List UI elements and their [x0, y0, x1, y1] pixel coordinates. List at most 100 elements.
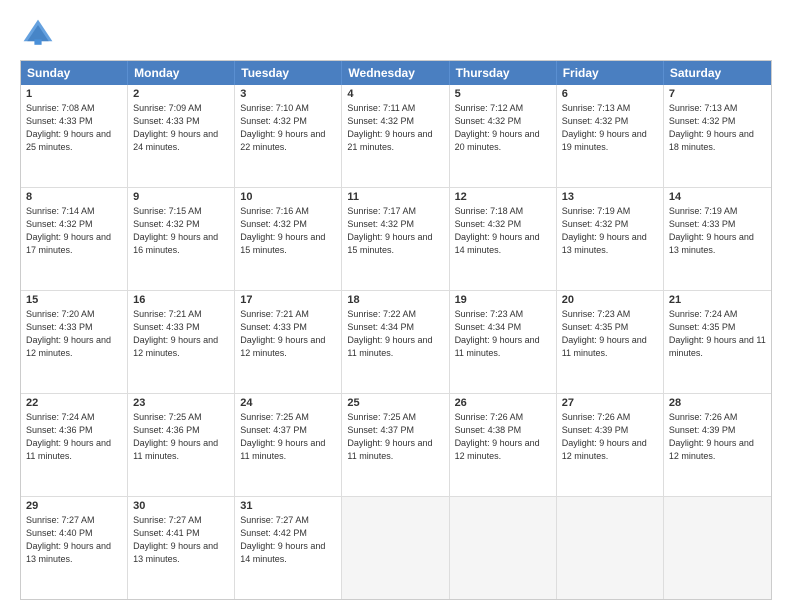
day-number: 3	[240, 88, 336, 100]
calendar-cell: 6 Sunrise: 7:13 AM Sunset: 4:32 PM Daylig…	[557, 85, 664, 187]
day-number: 13	[562, 191, 658, 203]
calendar-row: 15 Sunrise: 7:20 AM Sunset: 4:33 PM Dayli…	[21, 290, 771, 393]
header-friday: Friday	[557, 61, 664, 85]
day-number: 26	[455, 397, 551, 409]
day-info: Sunrise: 7:24 AM Sunset: 4:36 PM Dayligh…	[26, 411, 122, 463]
day-number: 19	[455, 294, 551, 306]
day-info: Sunrise: 7:13 AM Sunset: 4:32 PM Dayligh…	[669, 102, 766, 154]
header-wednesday: Wednesday	[342, 61, 449, 85]
calendar-cell: 25Sunrise: 7:25 AM Sunset: 4:37 PM Dayli…	[342, 394, 449, 496]
day-info: Sunrise: 7:22 AM Sunset: 4:34 PM Dayligh…	[347, 308, 443, 360]
header	[20, 16, 772, 52]
day-info: Sunrise: 7:21 AM Sunset: 4:33 PM Dayligh…	[133, 308, 229, 360]
calendar-cell: 15 Sunrise: 7:20 AM Sunset: 4:33 PM Dayli…	[21, 291, 128, 393]
day-number: 16	[133, 294, 229, 306]
day-info: Sunrise: 7:18 AM Sunset: 4:32 PM Dayligh…	[455, 205, 551, 257]
day-number: 9	[133, 191, 229, 203]
day-number: 31	[240, 500, 336, 512]
day-info: Sunrise: 7:27 AM Sunset: 4:42 PM Dayligh…	[240, 514, 336, 566]
day-info: Sunrise: 7:09 AM Sunset: 4:33 PM Dayligh…	[133, 102, 229, 154]
calendar-cell: 12 Sunrise: 7:18 AM Sunset: 4:32 PM Dayli…	[450, 188, 557, 290]
calendar-cell: 5 Sunrise: 7:12 AM Sunset: 4:32 PM Daylig…	[450, 85, 557, 187]
calendar-cell	[342, 497, 449, 599]
day-number: 8	[26, 191, 122, 203]
calendar-cell	[450, 497, 557, 599]
calendar-row: 1 Sunrise: 7:08 AM Sunset: 4:33 PM Daylig…	[21, 85, 771, 187]
header-thursday: Thursday	[450, 61, 557, 85]
calendar-cell: 30Sunrise: 7:27 AM Sunset: 4:41 PM Dayli…	[128, 497, 235, 599]
calendar-cell: 26 Sunrise: 7:26 AM Sunset: 4:38 PM Dayli…	[450, 394, 557, 496]
calendar-cell: 28 Sunrise: 7:26 AM Sunset: 4:39 PM Dayli…	[664, 394, 771, 496]
calendar-cell: 4Sunrise: 7:11 AM Sunset: 4:32 PM Daylig…	[342, 85, 449, 187]
calendar-cell: 7 Sunrise: 7:13 AM Sunset: 4:32 PM Daylig…	[664, 85, 771, 187]
day-info: Sunrise: 7:24 AM Sunset: 4:35 PM Dayligh…	[669, 308, 766, 360]
calendar-cell: 11Sunrise: 7:17 AM Sunset: 4:32 PM Dayli…	[342, 188, 449, 290]
calendar-cell: 24 Sunrise: 7:25 AM Sunset: 4:37 PM Dayli…	[235, 394, 342, 496]
day-number: 7	[669, 88, 766, 100]
page: Sunday Monday Tuesday Wednesday Thursday…	[0, 0, 792, 612]
day-info: Sunrise: 7:26 AM Sunset: 4:39 PM Dayligh…	[669, 411, 766, 463]
day-info: Sunrise: 7:25 AM Sunset: 4:36 PM Dayligh…	[133, 411, 229, 463]
calendar-cell: 19 Sunrise: 7:23 AM Sunset: 4:34 PM Dayli…	[450, 291, 557, 393]
day-number: 18	[347, 294, 443, 306]
day-info: Sunrise: 7:26 AM Sunset: 4:38 PM Dayligh…	[455, 411, 551, 463]
calendar-cell: 3 Sunrise: 7:10 AM Sunset: 4:32 PM Daylig…	[235, 85, 342, 187]
calendar-cell: 14Sunrise: 7:19 AM Sunset: 4:33 PM Dayli…	[664, 188, 771, 290]
calendar-row: 8Sunrise: 7:14 AM Sunset: 4:32 PM Daylig…	[21, 187, 771, 290]
day-info: Sunrise: 7:26 AM Sunset: 4:39 PM Dayligh…	[562, 411, 658, 463]
calendar-cell: 17Sunrise: 7:21 AM Sunset: 4:33 PM Dayli…	[235, 291, 342, 393]
day-info: Sunrise: 7:25 AM Sunset: 4:37 PM Dayligh…	[347, 411, 443, 463]
calendar-cell: 8Sunrise: 7:14 AM Sunset: 4:32 PM Daylig…	[21, 188, 128, 290]
day-number: 30	[133, 500, 229, 512]
day-number: 28	[669, 397, 766, 409]
calendar-cell: 21 Sunrise: 7:24 AM Sunset: 4:35 PM Dayli…	[664, 291, 771, 393]
calendar-cell	[557, 497, 664, 599]
calendar-cell: 10Sunrise: 7:16 AM Sunset: 4:32 PM Dayli…	[235, 188, 342, 290]
day-info: Sunrise: 7:23 AM Sunset: 4:34 PM Dayligh…	[455, 308, 551, 360]
day-info: Sunrise: 7:08 AM Sunset: 4:33 PM Dayligh…	[26, 102, 122, 154]
day-number: 29	[26, 500, 122, 512]
day-number: 20	[562, 294, 658, 306]
calendar-cell: 18 Sunrise: 7:22 AM Sunset: 4:34 PM Dayli…	[342, 291, 449, 393]
day-info: Sunrise: 7:13 AM Sunset: 4:32 PM Dayligh…	[562, 102, 658, 154]
day-info: Sunrise: 7:27 AM Sunset: 4:40 PM Dayligh…	[26, 514, 122, 566]
day-info: Sunrise: 7:10 AM Sunset: 4:32 PM Dayligh…	[240, 102, 336, 154]
calendar-cell: 20 Sunrise: 7:23 AM Sunset: 4:35 PM Dayli…	[557, 291, 664, 393]
calendar-cell: 13 Sunrise: 7:19 AM Sunset: 4:32 PM Dayli…	[557, 188, 664, 290]
day-number: 1	[26, 88, 122, 100]
calendar-row: 22Sunrise: 7:24 AM Sunset: 4:36 PM Dayli…	[21, 393, 771, 496]
day-info: Sunrise: 7:17 AM Sunset: 4:32 PM Dayligh…	[347, 205, 443, 257]
day-info: Sunrise: 7:19 AM Sunset: 4:32 PM Dayligh…	[562, 205, 658, 257]
calendar-cell: 2 Sunrise: 7:09 AM Sunset: 4:33 PM Daylig…	[128, 85, 235, 187]
calendar-row: 29 Sunrise: 7:27 AM Sunset: 4:40 PM Dayli…	[21, 496, 771, 599]
calendar-body: 1 Sunrise: 7:08 AM Sunset: 4:33 PM Daylig…	[21, 85, 771, 599]
day-number: 27	[562, 397, 658, 409]
day-number: 17	[240, 294, 336, 306]
calendar-cell: 27 Sunrise: 7:26 AM Sunset: 4:39 PM Dayli…	[557, 394, 664, 496]
logo-icon	[20, 16, 56, 52]
day-info: Sunrise: 7:20 AM Sunset: 4:33 PM Dayligh…	[26, 308, 122, 360]
calendar-header: Sunday Monday Tuesday Wednesday Thursday…	[21, 61, 771, 85]
calendar-cell: 22Sunrise: 7:24 AM Sunset: 4:36 PM Dayli…	[21, 394, 128, 496]
day-number: 12	[455, 191, 551, 203]
day-number: 6	[562, 88, 658, 100]
day-info: Sunrise: 7:12 AM Sunset: 4:32 PM Dayligh…	[455, 102, 551, 154]
header-saturday: Saturday	[664, 61, 771, 85]
calendar: Sunday Monday Tuesday Wednesday Thursday…	[20, 60, 772, 600]
logo	[20, 16, 58, 52]
day-number: 24	[240, 397, 336, 409]
day-info: Sunrise: 7:11 AM Sunset: 4:32 PM Dayligh…	[347, 102, 443, 154]
calendar-cell	[664, 497, 771, 599]
header-tuesday: Tuesday	[235, 61, 342, 85]
day-number: 15	[26, 294, 122, 306]
day-info: Sunrise: 7:25 AM Sunset: 4:37 PM Dayligh…	[240, 411, 336, 463]
calendar-cell: 9Sunrise: 7:15 AM Sunset: 4:32 PM Daylig…	[128, 188, 235, 290]
day-number: 2	[133, 88, 229, 100]
day-number: 5	[455, 88, 551, 100]
calendar-cell: 1 Sunrise: 7:08 AM Sunset: 4:33 PM Daylig…	[21, 85, 128, 187]
day-number: 14	[669, 191, 766, 203]
header-monday: Monday	[128, 61, 235, 85]
day-info: Sunrise: 7:23 AM Sunset: 4:35 PM Dayligh…	[562, 308, 658, 360]
day-info: Sunrise: 7:16 AM Sunset: 4:32 PM Dayligh…	[240, 205, 336, 257]
day-number: 21	[669, 294, 766, 306]
